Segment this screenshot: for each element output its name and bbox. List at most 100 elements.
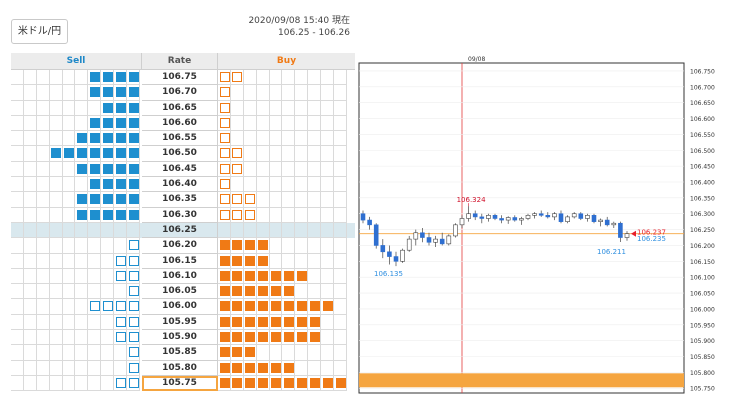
order-book-row[interactable]: 106.60 [11,115,355,132]
rate-cell[interactable]: 106.15 [142,253,218,269]
buy-cell [243,222,257,239]
candle-body [552,213,557,218]
order-book-row[interactable]: 106.50 [11,146,355,162]
rate-cell[interactable]: 106.75 [142,70,218,86]
order-book-row[interactable]: 106.55 [11,131,355,147]
rate-cell[interactable]: 105.75 [142,375,218,392]
sell-cell [23,299,37,315]
sell-cell [75,115,89,132]
order-book-row[interactable]: 106.15 [11,253,355,269]
buy-block-outline [219,117,230,128]
rate-cell[interactable]: 106.45 [142,161,218,178]
rate-cell[interactable]: 106.70 [142,85,218,101]
buy-cell [243,299,257,315]
candle-body [545,215,551,218]
rate-cell[interactable]: 105.95 [142,314,218,331]
buy-block-filled [283,301,294,312]
rate-cell[interactable]: 105.90 [142,330,218,346]
order-book-row[interactable]: 106.75 [11,70,355,86]
buy-block-filled [258,255,269,266]
buy-block-outline [232,72,243,82]
buy-cell [321,146,335,162]
order-book-row[interactable]: 106.05 [11,284,355,300]
candle-body [499,218,504,221]
rate-cell[interactable]: 106.30 [142,207,218,223]
candle-body [367,219,372,226]
rate-cell[interactable]: 106.05 [142,284,218,300]
buy-block-outline [232,194,243,205]
sell-block-filled [115,133,126,144]
order-book-row[interactable]: 106.40 [11,177,355,193]
order-book-row[interactable]: 106.35 [11,192,355,208]
buy-cell [218,314,231,331]
sell-cell [88,238,102,254]
sell-block-filled [128,179,139,190]
sell-cell [36,192,50,208]
sell-cell [101,161,115,178]
sell-block-outline [128,270,139,281]
buy-cell [256,192,270,208]
order-book-row[interactable]: 105.75 [11,375,355,392]
sell-block-outline [115,255,126,266]
sell-block-filled [76,194,87,205]
buy-block-filled [245,377,256,388]
buy-block-outline [219,133,230,144]
order-book-row[interactable]: 105.85 [11,345,355,361]
rate-cell[interactable]: 106.25 [142,222,218,239]
sell-cell [36,70,50,86]
order-book-row[interactable]: 105.95 [11,314,355,331]
y-tick-label: 106.600 [690,116,715,123]
rate-cell[interactable]: 106.60 [142,115,218,132]
rate-cell[interactable]: 106.35 [142,192,218,208]
sell-cell [62,192,76,208]
y-axis: 106.750 106.700 106.650 106.600 106.550 106.5… [690,68,715,392]
order-book-row[interactable]: 105.90 [11,330,355,346]
buy-block-filled [296,316,307,327]
low-label: 106.135 [374,270,403,278]
sell-cell [23,268,37,285]
sell-cells [11,131,142,147]
rate-cell[interactable]: 106.10 [142,268,218,285]
rate-cell[interactable]: 105.80 [142,360,218,376]
sell-cell [88,192,102,208]
buy-block-outline [219,209,230,220]
sell-block-filled [102,102,113,113]
currency-pair-button[interactable]: 米ドル/円 [11,19,68,44]
rate-cell[interactable]: 106.55 [142,131,218,147]
order-book-row[interactable]: 106.65 [11,100,355,116]
buy-cell [218,131,231,147]
sell-cell [101,70,115,86]
sell-cells [11,85,142,101]
rate-cell[interactable]: 106.50 [142,146,218,162]
order-book-row[interactable]: 106.70 [11,85,355,101]
order-book-row[interactable]: 106.45 [11,161,355,178]
buy-cell [256,131,270,147]
buy-block-filled [245,301,256,312]
rate-cell[interactable]: 106.65 [142,100,218,116]
order-book-row[interactable]: 106.00 [11,299,355,315]
order-book-row[interactable]: 106.25 [11,222,355,239]
rate-cell[interactable]: 105.85 [142,345,218,361]
buy-cell [295,161,309,178]
buy-cell [321,375,335,392]
buy-block-filled [232,332,243,343]
sell-cell [62,100,76,116]
sell-cells [11,177,142,193]
buy-cell [218,238,231,254]
buy-cell [308,314,322,331]
sell-cell [101,177,115,193]
candle-body [591,215,597,222]
rate-cell[interactable]: 106.20 [142,238,218,254]
order-book-row[interactable]: 106.30 [11,207,355,223]
rate-cell[interactable]: 106.00 [142,299,218,315]
order-book-row[interactable]: 105.80 [11,360,355,376]
order-book-row[interactable]: 106.20 [11,238,355,254]
order-book-row[interactable]: 106.10 [11,268,355,285]
sell-cell [88,268,102,285]
sell-cell [75,85,89,101]
buy-cell [256,70,270,86]
rate-cell[interactable]: 106.40 [142,177,218,193]
buy-cells [218,161,355,178]
sell-block-filled [115,87,126,98]
sell-cell [75,238,89,254]
